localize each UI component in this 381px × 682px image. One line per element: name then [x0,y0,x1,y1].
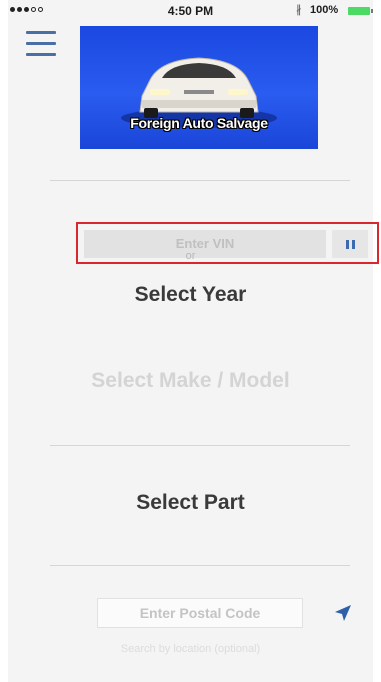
app-screen: 4:50 PM ∦ 100% Foreign Auto Salvage Ente… [0,0,381,682]
status-bar: 4:50 PM ∦ 100% [0,0,381,22]
battery-percent: 100% [310,4,339,16]
or-separator: or [185,250,196,262]
divider [50,565,350,566]
location-hint: Search by location (optional) [120,643,261,655]
divider [50,445,350,446]
select-year-button[interactable]: Select Year [0,283,381,307]
postal-code-input[interactable]: Enter Postal Code [97,598,303,628]
battery-icon [348,7,373,15]
divider [50,180,350,181]
select-part-button[interactable]: Select Part [0,491,381,515]
select-make-model-button[interactable]: Select Make / Model [0,369,381,393]
hamburger-menu-icon[interactable] [26,31,56,59]
location-arrow-icon[interactable] [333,603,353,623]
app-logo: Foreign Auto Salvage [80,26,318,149]
bluetooth-icon: ∦ [296,4,302,16]
logo-text: Foreign Auto Salvage [130,115,268,131]
